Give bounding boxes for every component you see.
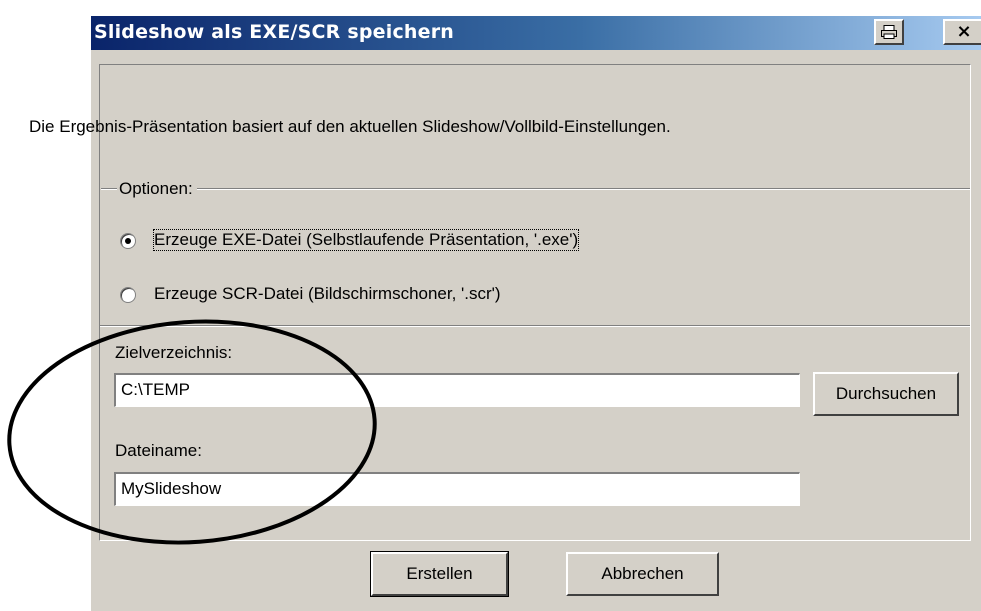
section-divider [100, 325, 970, 327]
radio-button-scr[interactable] [120, 287, 136, 303]
radio-exe-label: Erzeuge EXE-Datei (Selbstlaufende Präsen… [152, 229, 580, 251]
title-bar[interactable]: Slideshow als EXE/SCR speichern × [91, 16, 981, 50]
radio-button-exe[interactable] [120, 233, 136, 249]
radio-scr-label: Erzeuge SCR-Datei (Bildschirmschoner, '.… [154, 284, 501, 303]
radio-selected-dot [125, 238, 131, 244]
filename-label: Dateiname: [115, 441, 202, 460]
target-dir-input[interactable]: C:\TEMP [114, 373, 800, 407]
print-icon [881, 25, 897, 39]
cancel-button[interactable]: Abbrechen [566, 552, 719, 596]
radio-exe-option[interactable]: Erzeuge EXE-Datei (Selbstlaufende Präsen… [120, 229, 700, 256]
filename-input[interactable]: MySlideshow [114, 472, 800, 506]
close-button[interactable]: × [943, 19, 981, 45]
radio-scr-option[interactable]: Erzeuge SCR-Datei (Bildschirmschoner, '.… [120, 284, 620, 310]
print-button[interactable] [874, 19, 904, 45]
dialog-title: Slideshow als EXE/SCR speichern [94, 21, 455, 43]
create-button[interactable]: Erstellen [370, 551, 509, 597]
browse-button[interactable]: Durchsuchen [813, 372, 959, 416]
target-dir-label: Zielverzeichnis: [115, 343, 233, 362]
info-text: Die Ergebnis-Präsentation basiert auf de… [29, 117, 671, 136]
close-icon: × [956, 21, 972, 42]
options-label: Optionen: [117, 179, 197, 199]
